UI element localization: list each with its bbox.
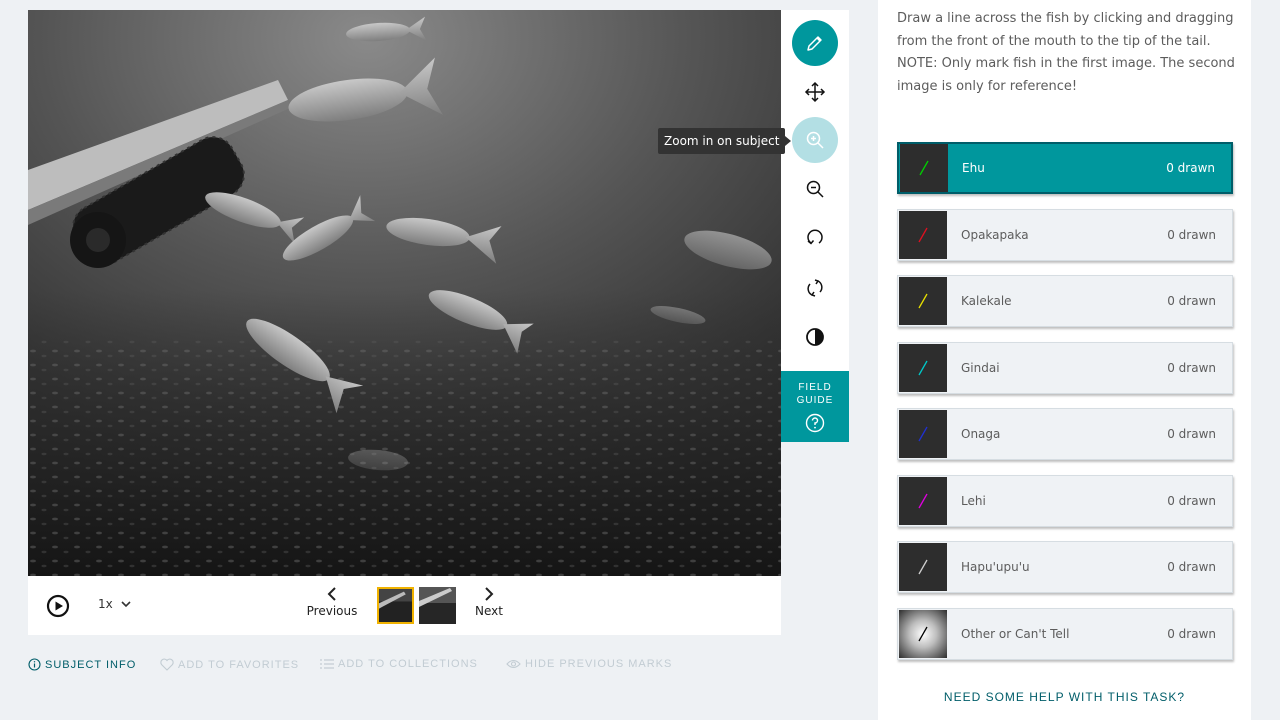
line-icon [918, 360, 928, 375]
info-icon [28, 658, 41, 671]
species-choice-count: 0 drawn [1167, 560, 1216, 574]
species-choice-label: Lehi [961, 493, 986, 508]
line-color-swatch [899, 476, 947, 525]
add-to-collections-label: ADD TO COLLECTIONS [338, 658, 478, 670]
thumbnail-image [379, 589, 412, 622]
eye-icon [506, 659, 521, 669]
line-color-swatch [899, 343, 947, 392]
species-choice[interactable]: Lehi 0 drawn [897, 474, 1233, 527]
species-choice[interactable]: Ehu 0 drawn [897, 142, 1233, 194]
add-to-collections-link[interactable]: ADD TO COLLECTIONS [320, 658, 478, 670]
frame-thumbnail-2[interactable] [419, 587, 456, 624]
add-to-favorites-link[interactable]: ADD TO FAVORITES [160, 658, 299, 671]
subject-viewer[interactable] [28, 10, 781, 576]
line-color-swatch [899, 410, 947, 458]
species-choice-label: Kalekale [961, 294, 1012, 308]
playback-speed-select[interactable]: 1x [98, 597, 131, 611]
line-icon [918, 227, 928, 242]
species-choice-label: Onaga [961, 427, 1001, 441]
chevron-right-icon [485, 587, 494, 601]
thumbnail-image [419, 587, 456, 624]
next-frame-button[interactable]: Next [465, 586, 513, 618]
add-to-favorites-label: ADD TO FAVORITES [178, 658, 300, 671]
image-toolbar: FIELD GUIDE [781, 10, 849, 442]
chevron-down-icon [121, 601, 131, 608]
subject-image[interactable] [28, 10, 781, 576]
play-icon [46, 594, 70, 618]
hide-previous-marks-link[interactable]: HIDE PREVIOUS MARKS [506, 658, 672, 670]
next-label: Next [475, 604, 503, 618]
task-help-link[interactable]: NEED SOME HELP WITH THIS TASK? [878, 690, 1251, 704]
species-choice[interactable]: Opakapaka 0 drawn [897, 208, 1233, 261]
species-choice[interactable]: Onaga 0 drawn [897, 408, 1233, 460]
previous-label: Previous [306, 604, 358, 618]
flip-icon [807, 279, 823, 297]
pencil-icon [807, 36, 822, 51]
species-choice-count: 0 drawn [1167, 626, 1216, 641]
zoom-in-icon [806, 131, 824, 149]
species-choice-label: Hapu'upu'u [961, 560, 1030, 574]
field-guide-button[interactable]: FIELD GUIDE [781, 371, 849, 442]
hide-previous-marks-label: HIDE PREVIOUS MARKS [525, 658, 673, 670]
species-choice-label: Ehu [962, 161, 985, 175]
instruction-text: Draw a line across the fish by clicking … [897, 11, 1234, 49]
zoom-out-button[interactable] [792, 166, 838, 212]
subject-info-label: SUBJECT INFO [45, 658, 137, 671]
move-tool-button[interactable] [792, 69, 838, 115]
move-icon [804, 81, 826, 103]
species-choice[interactable]: Hapu'upu'u 0 drawn [897, 541, 1233, 593]
rotate-icon [807, 229, 823, 245]
play-button[interactable] [46, 594, 70, 618]
zoom-in-tooltip: Zoom in on subject [658, 128, 792, 154]
chevron-left-icon [327, 587, 336, 601]
subject-info-link[interactable]: SUBJECT INFO [28, 658, 136, 671]
species-choice-count: 0 drawn [1167, 227, 1216, 242]
zoom-out-icon [806, 180, 824, 198]
question-icon [805, 413, 825, 433]
subject-controls: 1x Previous Next [28, 576, 781, 635]
line-color-swatch [899, 543, 947, 591]
species-choice-label: Other or Can't Tell [961, 626, 1070, 641]
line-color-swatch [900, 144, 948, 192]
line-color-swatch [899, 210, 947, 259]
previous-frame-button[interactable]: Previous [300, 586, 364, 618]
species-choice-label: Opakapaka [961, 227, 1029, 242]
species-choice[interactable]: Other or Can't Tell 0 drawn [897, 607, 1233, 660]
line-icon [918, 626, 928, 641]
zoom-in-button[interactable] [792, 117, 838, 163]
contrast-icon [806, 328, 824, 346]
rotate-button[interactable] [792, 215, 838, 261]
field-guide-label: FIELD GUIDE [796, 382, 834, 406]
line-icon [919, 160, 929, 176]
species-choice-label: Gindai [961, 360, 1000, 375]
species-choice-count: 0 drawn [1167, 493, 1216, 508]
line-icon [918, 559, 928, 575]
task-instructions: Draw a line across the fish by clicking … [897, 8, 1237, 98]
line-color-swatch [899, 609, 947, 658]
flip-button[interactable] [792, 265, 838, 311]
line-icon [918, 426, 928, 442]
species-choice-count: 0 drawn [1167, 427, 1216, 441]
species-choice-count: 0 drawn [1167, 360, 1216, 375]
instruction-note: NOTE: Only mark fish in the first image.… [897, 56, 1235, 94]
frame-thumbnail-1[interactable] [377, 587, 414, 624]
task-panel: Draw a line across the fish by clicking … [878, 0, 1251, 720]
species-choice-count: 0 drawn [1166, 161, 1215, 175]
line-color-swatch [899, 277, 947, 325]
line-icon [918, 293, 928, 309]
list-icon [320, 659, 334, 669]
species-choice[interactable]: Gindai 0 drawn [897, 341, 1233, 394]
species-choice-count: 0 drawn [1167, 294, 1216, 308]
line-icon [918, 493, 928, 508]
annotate-tool-button[interactable] [792, 20, 838, 66]
species-choice[interactable]: Kalekale 0 drawn [897, 275, 1233, 327]
playback-speed-value: 1x [98, 597, 113, 611]
invert-colors-button[interactable] [792, 314, 838, 360]
heart-icon [160, 658, 174, 671]
